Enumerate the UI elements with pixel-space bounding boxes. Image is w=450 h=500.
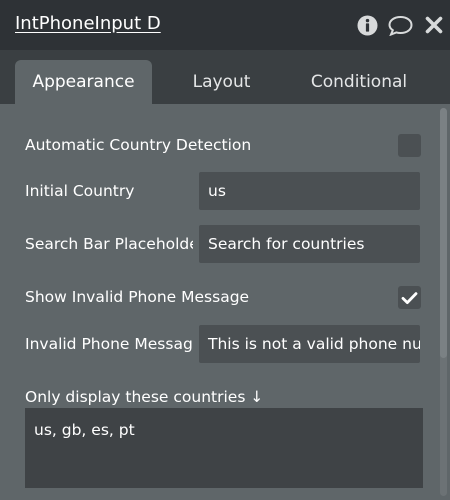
tab-conditional[interactable]: Conditional xyxy=(298,60,420,104)
panel-header[interactable]: IntPhoneInput D xyxy=(0,0,450,50)
search-bar-placeholder-label: Search Bar Placeholde xyxy=(25,235,193,253)
auto-country-detection-checkbox[interactable] xyxy=(398,134,421,157)
auto-country-detection-label: Automatic Country Detection xyxy=(25,136,252,154)
initial-country-label: Initial Country xyxy=(25,182,135,200)
tab-appearance[interactable]: Appearance xyxy=(15,60,152,104)
show-invalid-phone-message-checkbox[interactable] xyxy=(398,286,421,309)
only-display-countries-textarea[interactable]: us, gb, es, pt xyxy=(25,408,423,488)
info-icon[interactable] xyxy=(356,14,378,36)
search-bar-placeholder-input[interactable]: Search for countries xyxy=(199,225,420,263)
only-display-countries-label: Only display these countries ↓ xyxy=(25,388,264,406)
element-name-title[interactable]: IntPhoneInput D xyxy=(15,13,161,34)
panel-scrollbar-track[interactable] xyxy=(440,108,447,496)
close-icon[interactable] xyxy=(423,14,445,36)
tab-bar: Appearance Layout Conditional xyxy=(0,50,450,104)
panel-scrollbar-thumb[interactable] xyxy=(440,108,447,358)
tab-layout[interactable]: Layout xyxy=(170,60,273,104)
property-editor-panel: IntPhoneInput D Appearance Layout Condit… xyxy=(0,0,450,500)
show-invalid-phone-message-label: Show Invalid Phone Message xyxy=(25,288,250,306)
invalid-phone-message-label: Invalid Phone Messag xyxy=(25,335,193,353)
comment-icon[interactable] xyxy=(387,14,413,36)
invalid-phone-message-input[interactable]: This is not a valid phone num xyxy=(199,325,420,363)
initial-country-input[interactable]: us xyxy=(199,172,420,210)
checkmark-icon xyxy=(401,291,418,304)
